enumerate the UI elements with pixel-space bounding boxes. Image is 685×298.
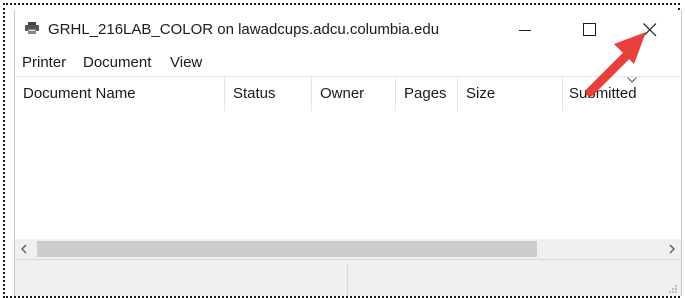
menu-document[interactable]: Document bbox=[83, 54, 151, 71]
column-label: Status bbox=[233, 85, 276, 102]
horizontal-scrollbar[interactable] bbox=[15, 239, 681, 259]
menu-printer[interactable]: Printer bbox=[22, 54, 66, 71]
column-header-pages[interactable]: Pages bbox=[396, 77, 458, 111]
chevron-left-icon bbox=[21, 244, 27, 254]
chevron-right-icon bbox=[669, 244, 675, 254]
minimize-button[interactable] bbox=[499, 10, 553, 50]
column-label: Pages bbox=[404, 85, 447, 102]
red-arrow-annotation-icon bbox=[585, 32, 646, 97]
status-divider bbox=[347, 264, 348, 296]
column-header-status[interactable]: Status bbox=[225, 77, 312, 111]
column-label: Document Name bbox=[23, 85, 136, 102]
minimize-icon bbox=[519, 30, 531, 31]
resize-grip-icon[interactable] bbox=[668, 284, 678, 294]
column-label: Owner bbox=[320, 85, 365, 102]
status-bar bbox=[15, 259, 681, 296]
column-header-owner[interactable]: Owner bbox=[312, 77, 396, 111]
column-label: Size bbox=[466, 85, 496, 102]
window-title: GRHL_216LAB_COLOR on lawadcups.adcu.colu… bbox=[48, 21, 440, 38]
printer-icon bbox=[25, 22, 39, 34]
scrollbar-thumb[interactable] bbox=[37, 241, 537, 257]
scroll-right-button[interactable] bbox=[661, 239, 681, 259]
scroll-left-button[interactable] bbox=[15, 239, 35, 259]
column-header-document-name[interactable]: Document Name bbox=[15, 77, 225, 111]
column-header-size[interactable]: Size bbox=[458, 77, 563, 111]
menu-view[interactable]: View bbox=[170, 54, 202, 71]
